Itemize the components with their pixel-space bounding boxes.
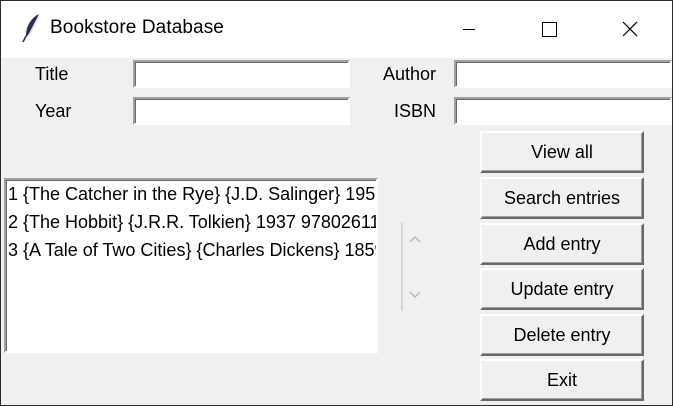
add-entry-button[interactable]: Add entry (480, 223, 644, 265)
results-listbox[interactable]: 1 {The Catcher in the Rye} {J.D. Salinge… (4, 178, 378, 353)
chevron-down-icon[interactable] (409, 291, 421, 298)
window-title: Bookstore Database (50, 17, 224, 38)
exit-button[interactable]: Exit (480, 359, 644, 401)
year-label: Year (35, 101, 72, 121)
author-label: Author (383, 64, 437, 84)
close-button[interactable] (593, 1, 667, 58)
search-entries-button[interactable]: Search entries (480, 177, 644, 219)
maximize-icon (542, 22, 557, 37)
year-input[interactable] (133, 97, 350, 125)
title-label: Title (35, 64, 69, 84)
minimize-icon (463, 29, 475, 30)
isbn-label: ISBN (394, 101, 437, 121)
maximize-button[interactable] (512, 1, 586, 58)
chevron-up-icon[interactable] (409, 236, 421, 243)
title-bar[interactable]: Bookstore Database (1, 1, 672, 58)
isbn-input[interactable] (454, 97, 672, 125)
list-item[interactable]: 3 {A Tale of Two Cities} {Charles Dicken… (6, 236, 376, 264)
close-icon (622, 21, 638, 37)
app-window: Bookstore Database Title Author Year ISB… (0, 0, 673, 406)
feather-icon (21, 12, 43, 44)
author-input[interactable] (454, 60, 672, 88)
scrollbar-arrows (409, 236, 421, 298)
minimize-button[interactable] (432, 1, 506, 58)
update-entry-button[interactable]: Update entry (480, 268, 644, 310)
delete-entry-button[interactable]: Delete entry (480, 314, 644, 356)
list-item[interactable]: 2 {The Hobbit} {J.R.R. Tolkien} 1937 978… (6, 208, 376, 236)
title-input[interactable] (133, 60, 350, 88)
view-all-button[interactable]: View all (480, 131, 644, 173)
list-item[interactable]: 1 {The Catcher in the Rye} {J.D. Salinge… (6, 180, 376, 208)
vertical-scrollbar[interactable] (401, 223, 428, 311)
